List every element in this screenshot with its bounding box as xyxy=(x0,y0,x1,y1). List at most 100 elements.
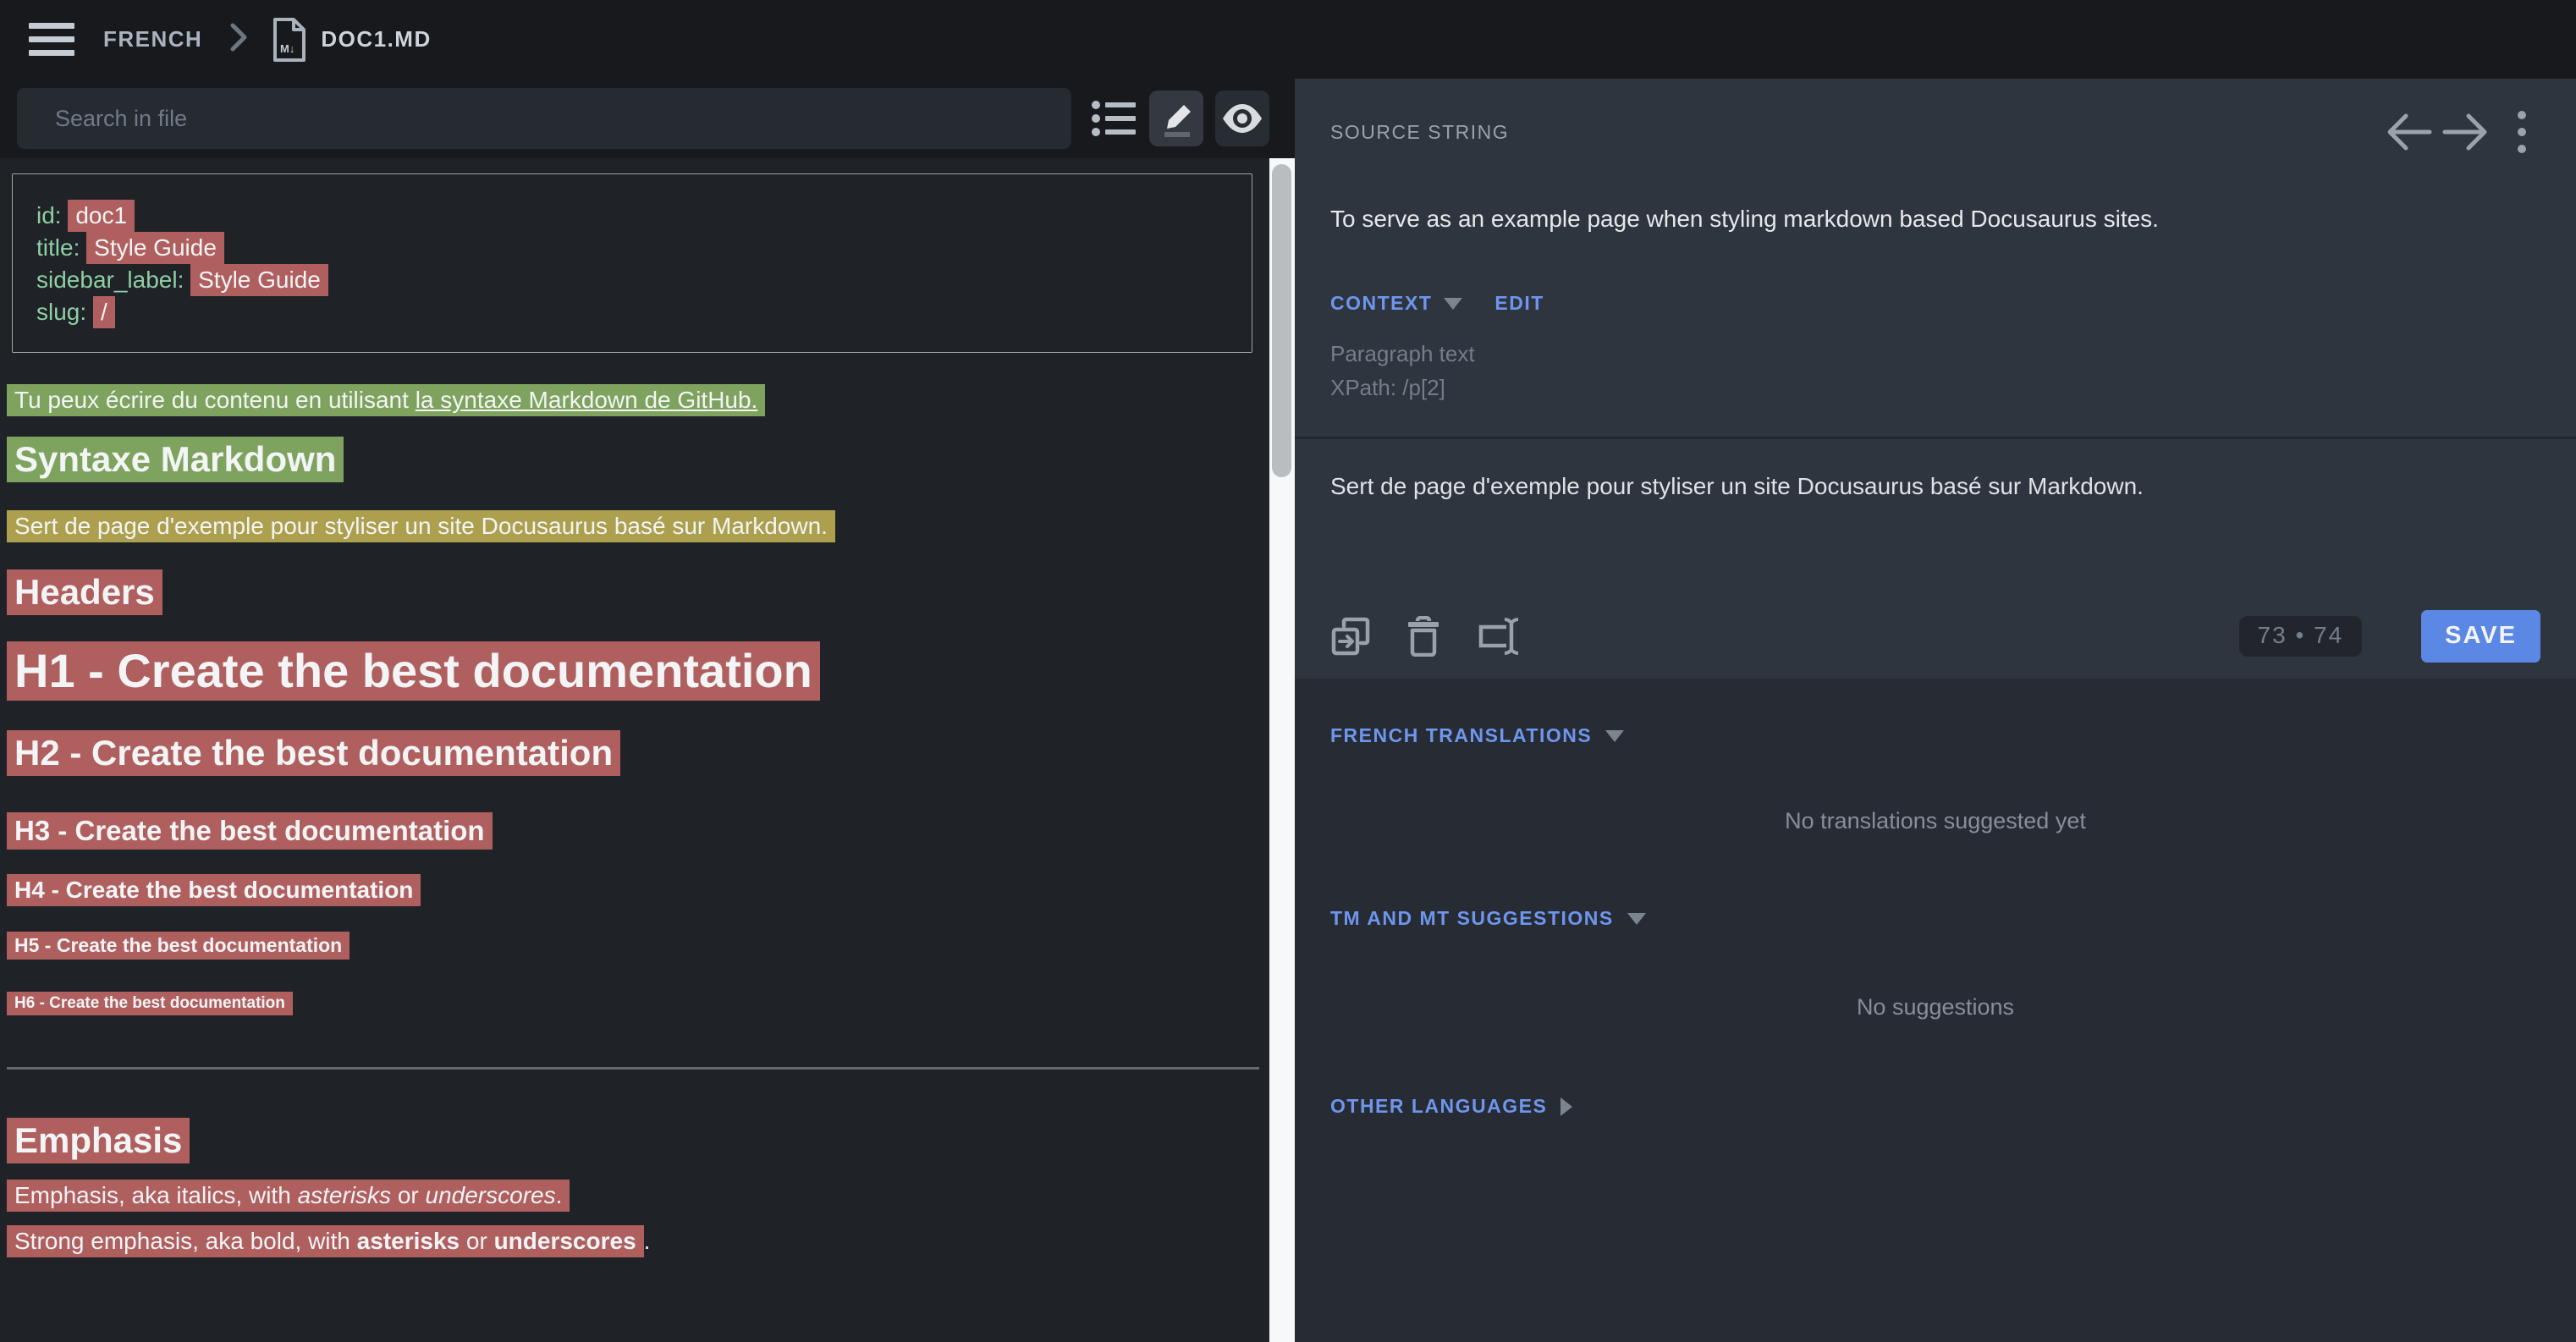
text-run: or xyxy=(460,1228,493,1254)
delete-translation-icon[interactable] xyxy=(1406,616,1440,657)
source-string[interactable]: / xyxy=(93,296,115,328)
text-run: Emphasis, aka italics, with xyxy=(14,1182,298,1208)
frontmatter-line: id: doc1 xyxy=(36,200,1235,232)
scrollbar-track[interactable] xyxy=(1269,158,1295,1342)
source-string-translated[interactable]: Tu peux écrire du contenu en utilisant l… xyxy=(7,384,765,416)
source-string[interactable]: H6 - Create the best documentation xyxy=(7,992,293,1015)
source-string[interactable]: Style Guide xyxy=(190,264,328,296)
strings-list-icon[interactable] xyxy=(1090,91,1137,146)
markdown-syntax-link[interactable]: la syntaxe Markdown de GitHub. xyxy=(416,387,758,413)
frontmatter-key: slug: xyxy=(36,299,93,325)
paragraph-block: Strong emphasis, aka bold, with asterisk… xyxy=(7,1228,1261,1255)
chevron-down-icon xyxy=(1444,298,1462,310)
text-run: Tu peux écrire du contenu en utilisant xyxy=(14,387,416,413)
source-string[interactable]: H2 - Create the best documentation xyxy=(7,730,620,776)
heading-block: H6 - Create the best documentation xyxy=(7,994,1261,1013)
text-run: asterisks xyxy=(357,1228,460,1254)
translation-text: Sert de page d'exemple pour styliser un … xyxy=(1330,473,2540,500)
translation-input[interactable]: Sert de page d'exemple pour styliser un … xyxy=(1295,439,2576,606)
source-string[interactable]: Style Guide xyxy=(86,232,224,264)
context-row: CONTEXT EDIT xyxy=(1330,292,2540,315)
edit-mode-icon[interactable] xyxy=(1149,91,1203,146)
source-string[interactable]: Emphasis, aka italics, with asterisks or… xyxy=(7,1180,570,1212)
source-string[interactable]: Emphasis xyxy=(7,1118,190,1163)
previous-string-icon[interactable] xyxy=(2383,109,2437,155)
source-string[interactable]: Headers xyxy=(7,569,162,615)
source-string-translated[interactable]: Syntaxe Markdown xyxy=(7,437,344,482)
text-cursor-icon[interactable] xyxy=(1476,615,1523,657)
scrollbar-thumb[interactable] xyxy=(1272,164,1291,477)
chevron-right-icon xyxy=(1560,1097,1572,1116)
horizontal-rule xyxy=(7,1067,1259,1070)
french-translations-empty: No translations suggested yet xyxy=(1330,808,2540,834)
search-input[interactable] xyxy=(17,88,1071,149)
heading-block: H4 - Create the best documentation xyxy=(7,877,1261,904)
preview-mode-icon[interactable] xyxy=(1215,91,1269,146)
hamburger-menu-icon[interactable] xyxy=(29,21,76,58)
context-meta: Paragraph text XPath: /p[2] xyxy=(1330,337,2540,404)
paragraph-block: Sert de page d'exemple pour styliser un … xyxy=(7,513,1261,540)
source-string[interactable]: H3 - Create the best documentation xyxy=(7,812,493,850)
heading-block: Emphasis xyxy=(7,1120,1261,1161)
paragraph-block: Emphasis, aka italics, with asterisks or… xyxy=(7,1182,1261,1209)
frontmatter-key: sidebar_label: xyxy=(36,267,190,293)
chevron-down-icon xyxy=(1605,730,1624,742)
source-string-card: SOURCE STRING To serve as an example pag… xyxy=(1295,79,2576,679)
text-run: asterisks xyxy=(298,1182,391,1208)
next-string-icon[interactable] xyxy=(2437,109,2491,155)
chevron-down-icon xyxy=(1627,913,1646,925)
paragraph-block: Tu peux écrire du contenu en utilisant l… xyxy=(7,387,1261,414)
source-string-text: To serve as an example page when styling… xyxy=(1330,206,2540,233)
text-run: Strong emphasis, aka bold, with xyxy=(14,1228,357,1254)
context-edit-button[interactable]: EDIT xyxy=(1494,292,1544,315)
context-xpath: XPath: /p[2] xyxy=(1330,371,2540,404)
tm-mt-suggestions-label: TM AND MT SUGGESTIONS xyxy=(1330,907,1614,930)
character-counter: 73 • 74 xyxy=(2239,616,2363,657)
document-scrollbar xyxy=(1269,79,1295,1342)
tm-mt-suggestions-empty: No suggestions xyxy=(1330,994,2540,1020)
text-run: . xyxy=(644,1228,651,1254)
document-panel: id: doc1 title: Style Guide sidebar_labe… xyxy=(0,79,1269,1342)
frontmatter-line: title: Style Guide xyxy=(36,232,1235,264)
view-toolbar xyxy=(1090,91,1269,146)
chevron-right-icon xyxy=(228,20,250,58)
source-string[interactable]: doc1 xyxy=(68,200,135,232)
search-row xyxy=(0,79,1269,158)
save-button[interactable]: SAVE xyxy=(2421,610,2540,663)
document-preview: id: doc1 title: Style Guide sidebar_labe… xyxy=(0,158,1269,1342)
heading-block: H2 - Create the best documentation xyxy=(7,733,1261,773)
frontmatter-key: id: xyxy=(36,202,68,228)
text-run: or xyxy=(391,1182,425,1208)
section-tm-mt-suggestions[interactable]: TM AND MT SUGGESTIONS xyxy=(1330,907,2540,930)
source-string[interactable]: H1 - Create the best documentation xyxy=(7,641,820,701)
source-string[interactable]: H5 - Create the best documentation xyxy=(7,932,350,960)
section-french-translations[interactable]: FRENCH TRANSLATIONS xyxy=(1330,724,2540,747)
section-other-languages[interactable]: OTHER LANGUAGES xyxy=(1330,1095,2540,1118)
heading-block: H5 - Create the best documentation xyxy=(7,934,1261,957)
french-translations-label: FRENCH TRANSLATIONS xyxy=(1330,724,1592,747)
suggestions-area: FRENCH TRANSLATIONS No translations sugg… xyxy=(1295,679,2576,1342)
heading-block: Syntaxe Markdown xyxy=(7,439,1261,480)
source-string-label: SOURCE STRING xyxy=(1330,121,1509,144)
breadcrumb-file[interactable]: M↓ DOC1.MD xyxy=(272,16,431,63)
breadcrumb-project[interactable]: FRENCH xyxy=(103,26,202,52)
frontmatter-key: title: xyxy=(36,234,86,261)
text-run: underscores xyxy=(494,1228,636,1254)
frontmatter-block: id: doc1 title: Style Guide sidebar_labe… xyxy=(12,173,1252,353)
source-string-selected[interactable]: Sert de page d'exemple pour styliser un … xyxy=(7,510,835,542)
text-run: . xyxy=(556,1182,563,1208)
svg-text:M↓: M↓ xyxy=(280,42,294,55)
translation-panel: SOURCE STRING To serve as an example pag… xyxy=(1295,79,2576,1342)
top-bar: FRENCH M↓ DOC1.MD xyxy=(0,0,2576,79)
other-languages-label: OTHER LANGUAGES xyxy=(1330,1095,1547,1118)
context-toggle[interactable]: CONTEXT xyxy=(1330,292,1432,315)
more-options-icon[interactable] xyxy=(2503,109,2540,155)
context-type: Paragraph text xyxy=(1330,337,2540,371)
frontmatter-line: sidebar_label: Style Guide xyxy=(36,264,1235,296)
copy-source-icon[interactable] xyxy=(1330,616,1371,657)
scrollbar-spacer xyxy=(1269,79,1295,158)
markdown-file-icon: M↓ xyxy=(272,16,307,63)
source-string-header: SOURCE STRING xyxy=(1330,109,2540,155)
source-string[interactable]: H4 - Create the best documentation xyxy=(7,874,421,906)
source-string[interactable]: Strong emphasis, aka bold, with asterisk… xyxy=(7,1225,644,1257)
